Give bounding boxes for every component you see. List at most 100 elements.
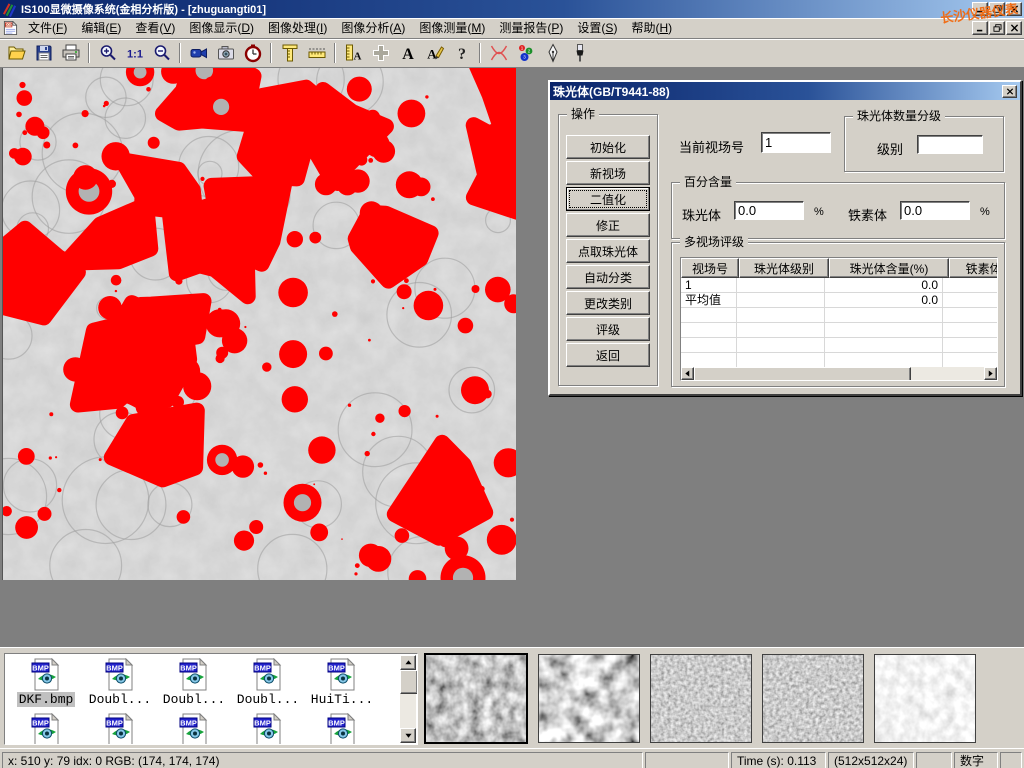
table-header-col-3[interactable]: 铁素体含量(%) [949,258,998,278]
file-scrollbar-thumb[interactable] [400,670,418,694]
mdi-restore-button[interactable] [989,21,1005,35]
file-item[interactable]: BMPHuiTi... [305,658,379,707]
file-list-row-1: BMPDKF.bmpBMPDoubl...BMPDoubl...BMPDoubl… [5,654,417,707]
scrollbar-track[interactable] [911,367,984,380]
scroll-down-button[interactable] [400,728,416,743]
calibration-ruler-button[interactable]: A [341,41,366,66]
micrograph-image[interactable] [2,68,516,580]
new-field-button[interactable]: 新视场 [566,161,650,185]
help-button[interactable]: ? [449,41,474,66]
operations-buttons: 初始化新视场二值化修正点取珠光体自动分类更改类别评级返回 [559,115,657,369]
scroll-right-button[interactable] [984,367,997,380]
pen-button[interactable] [540,41,565,66]
curve-measure-button[interactable] [486,41,511,66]
menu-image-measure[interactable]: 图像测量(M) [412,19,492,37]
open-file-button[interactable] [4,41,29,66]
bmp-file-icon: BMP [31,658,61,692]
menu-edit[interactable]: 编辑(E) [74,19,128,37]
table-header-col-0[interactable]: 视场号 [681,258,739,278]
camera-capture-button[interactable] [213,41,238,66]
vertical-caliper-button[interactable] [277,41,302,66]
zoom-in-button[interactable] [95,41,120,66]
mdi-minimize-button[interactable] [972,21,988,35]
table-header-col-2[interactable]: 珠光体含量(%) [829,258,949,278]
text-label-button[interactable]: A [395,41,420,66]
brush-button[interactable] [567,41,592,66]
file-item-clipped[interactable]: BMP [83,713,157,745]
rate-button[interactable]: 评级 [566,317,650,341]
table-cell [737,353,825,367]
menu-settings[interactable]: 设置(S) [570,19,624,37]
table-row[interactable]: 平均值0.0 [681,293,997,308]
zoom-out-button[interactable] [149,41,174,66]
file-item[interactable]: BMPDoubl... [157,658,231,707]
svg-text:DOC: DOC [5,23,13,27]
initialize-button[interactable]: 初始化 [566,135,650,159]
horizontal-ruler-button[interactable] [304,41,329,66]
close-button[interactable] [1006,2,1022,16]
video-capture-icon [189,43,209,63]
menu-image-display[interactable]: 图像显示(D) [182,19,261,37]
timer-button[interactable] [240,41,265,66]
thumb-5[interactable] [874,654,976,743]
table-row[interactable] [681,308,997,323]
menu-view[interactable]: 查看(V) [128,19,182,37]
file-item[interactable]: BMPDoubl... [83,658,157,707]
file-item-clipped[interactable]: BMP [305,713,379,745]
table-cell: 0.0 [825,278,943,292]
change-class-button[interactable]: 更改类别 [566,291,650,315]
file-item[interactable]: BMPDoubl... [231,658,305,707]
pick-pearlite-button[interactable]: 点取珠光体 [566,239,650,263]
file-item-clipped[interactable]: BMP [231,713,305,745]
thumb-2[interactable] [538,654,640,743]
file-list-scrollbar[interactable] [400,655,416,743]
print-button[interactable] [58,41,83,66]
thumb-3[interactable] [650,654,752,743]
table-row[interactable] [681,323,997,338]
menu-image-analysis[interactable]: 图像分析(A) [334,19,412,37]
return-button[interactable]: 返回 [566,343,650,367]
correct-button[interactable]: 修正 [566,213,650,237]
menu-file[interactable]: 文件(F) [21,19,74,37]
dialog-title-bar[interactable]: 珠光体(GB/T9441-88) [550,82,1020,100]
annotation-button[interactable]: A [422,41,447,66]
table-row[interactable]: 10.0 [681,278,997,293]
scrollbar-thumb[interactable] [694,367,911,381]
scroll-up-button[interactable] [400,655,416,670]
ferrite-percent-input[interactable] [900,201,970,220]
pearlite-percent-input[interactable] [734,201,804,220]
menu-measure-report[interactable]: 测量报告(P) [492,19,570,37]
actual-size-button[interactable]: 1:1 [122,41,147,66]
binarize-button[interactable]: 二值化 [566,187,650,211]
dialog-close-button[interactable] [1002,85,1017,98]
percent-group: 百分含量 珠光体 % 铁素体 % [671,182,1005,239]
table-cell [943,338,998,352]
table-row[interactable] [681,338,997,353]
table-header-col-1[interactable]: 珠光体级别 [739,258,829,278]
restore-button[interactable] [989,2,1005,16]
svg-text:BMP: BMP [106,718,123,727]
menu-image-process[interactable]: 图像处理(I) [261,19,334,37]
save-button[interactable] [31,41,56,66]
grid-cross-button[interactable] [368,41,393,66]
file-item-clipped[interactable]: BMP [157,713,231,745]
operations-group-label: 操作 [567,107,599,121]
table-horizontal-scrollbar[interactable] [681,367,997,380]
thumb-4[interactable] [762,654,864,743]
file-item-clipped[interactable]: BMP [9,713,83,745]
minimize-button[interactable] [972,2,988,16]
document-icon[interactable]: DOC [3,20,18,36]
table-row[interactable] [681,353,997,368]
particle-count-button[interactable]: 123 [513,41,538,66]
menu-help[interactable]: 帮助(H) [624,19,679,37]
file-item[interactable]: BMPDKF.bmp [9,658,83,707]
thumb-1[interactable] [424,653,528,744]
actual-size-icon: 1:1 [125,43,145,63]
level-input[interactable] [917,135,983,154]
auto-classify-button[interactable]: 自动分类 [566,265,650,289]
mdi-close-button[interactable] [1006,21,1022,35]
table-cell [681,353,737,367]
current-field-input[interactable] [761,132,831,153]
scroll-left-button[interactable] [681,367,694,380]
video-capture-button[interactable] [186,41,211,66]
